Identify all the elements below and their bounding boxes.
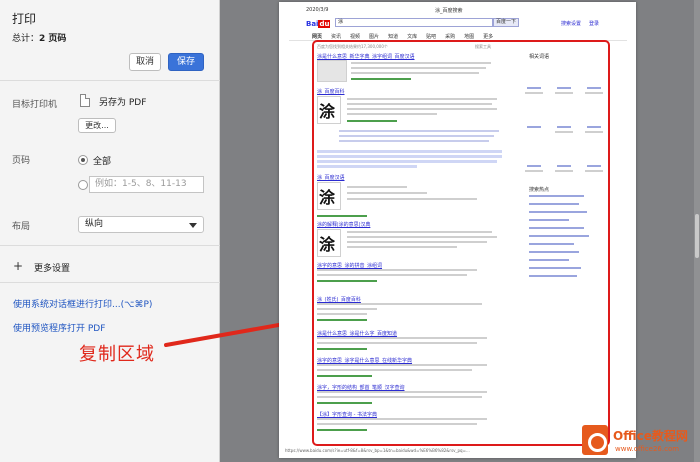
watermark: Office教程网 www.office26.com <box>582 425 696 459</box>
preview-top-link: 搜索设置 <box>561 21 582 27</box>
preview-tabs: 网页 资讯 视频 图片 知道 文库 贴吧 采购 地图 更多 <box>312 34 494 40</box>
copy-region-box <box>312 40 610 446</box>
preview-search-box: 涂 <box>335 18 493 27</box>
scrollbar-thumb[interactable] <box>695 214 699 258</box>
office-logo-icon <box>582 425 608 455</box>
baidu-logo: Baidu <box>306 20 331 28</box>
preview-scrollbar[interactable] <box>694 0 700 462</box>
watermark-url: www.office26.com <box>615 445 680 453</box>
preview-top-link: 登录 <box>589 21 600 27</box>
print-preview-page: 2020/3/9 涂_百度搜索 Baidu 涂 百度一下 搜索设置 登录 网页资… <box>279 2 636 458</box>
page-header-title: 涂_百度搜索 <box>435 8 463 14</box>
watermark-brand: Office教程网 <box>613 429 688 443</box>
page-header-date: 2020/3/9 <box>306 7 329 13</box>
page-footer-url: https://www.baidu.com/s?ie=utf-8&f=8&rsv… <box>285 448 470 453</box>
preview-search-button: 百度一下 <box>493 18 519 27</box>
